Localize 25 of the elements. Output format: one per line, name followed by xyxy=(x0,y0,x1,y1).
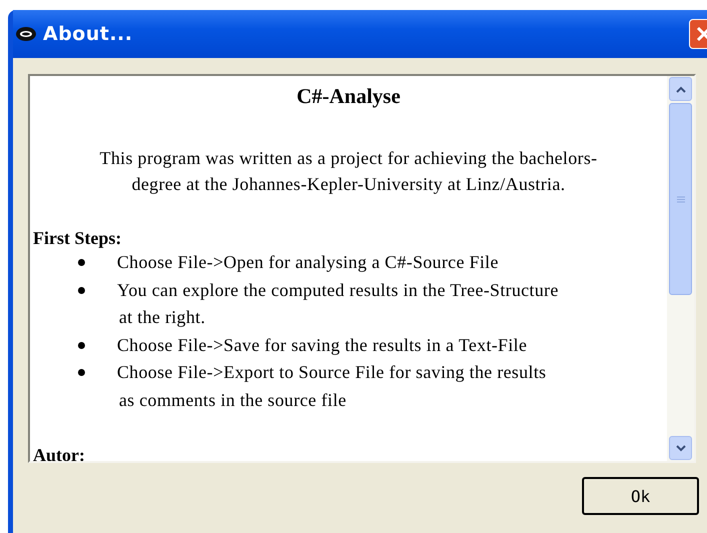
description-text: This program was written as a project for achieving the bachelors- xyxy=(98,147,598,170)
section-heading: Autor: xyxy=(32,444,86,461)
grip-icon xyxy=(676,196,684,202)
list-item-text: as comments in the source file xyxy=(118,388,348,412)
scroll-up-button[interactable] xyxy=(669,77,692,101)
window-title: About... xyxy=(43,23,133,45)
chevron-up-icon xyxy=(676,86,686,92)
bullet-icon xyxy=(78,286,85,294)
list-item-text: Choose File->Export to Source File for saving the results xyxy=(117,361,546,384)
bullet-icon xyxy=(78,342,85,348)
list-item-text: Choose File->Save for saving the results in a Text-File xyxy=(117,334,527,357)
app-logo-icon xyxy=(15,26,37,42)
bullet-icon xyxy=(78,369,85,376)
vertical-scrollbar[interactable] xyxy=(667,76,694,461)
program-title: C#-Analyse xyxy=(296,83,402,109)
chevron-down-icon xyxy=(676,444,686,452)
description-text: degree at the Johannes-Kepler-University at Linz/Austria. xyxy=(130,173,566,196)
bullet-icon xyxy=(78,259,85,266)
ok-button[interactable]: Ok xyxy=(582,477,699,515)
list-item-text: You can explore the computed results in the Tree-Structure xyxy=(117,278,558,302)
list-item-text: at the right. xyxy=(118,306,206,329)
section-heading: First Steps: xyxy=(32,227,122,249)
scroll-thumb[interactable] xyxy=(669,103,692,295)
list-item-text: Choose File->Open for analysing a C#-Source File xyxy=(117,251,498,274)
scroll-down-button[interactable] xyxy=(669,436,692,460)
